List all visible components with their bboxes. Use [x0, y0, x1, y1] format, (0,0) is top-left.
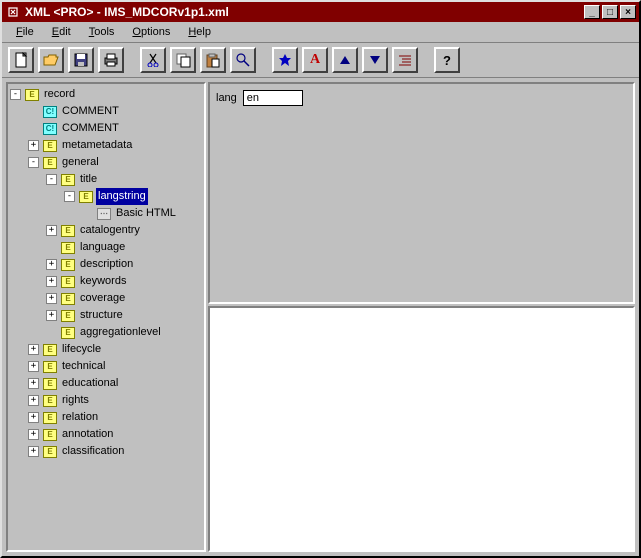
open-button[interactable]: [38, 47, 64, 73]
tree-node-rights[interactable]: rights: [60, 392, 91, 409]
element-icon: E: [61, 225, 75, 237]
main-window: XML <PRO> - IMS_MDCORv1p1.xml _ □ × File…: [0, 0, 641, 558]
element-icon: E: [43, 140, 57, 152]
tree-node-aggregationlevel[interactable]: aggregationlevel: [78, 324, 163, 341]
window-title: XML <PRO> - IMS_MDCORv1p1.xml: [25, 5, 582, 19]
close-button[interactable]: ×: [620, 5, 636, 19]
attr-label-lang: lang: [216, 92, 237, 104]
help-button[interactable]: ?: [434, 47, 460, 73]
comment-icon: C!: [43, 106, 57, 118]
toggle-icon[interactable]: +: [28, 395, 39, 406]
tree-node-technical[interactable]: technical: [60, 358, 107, 375]
menubar: File Edit Tools Options Help: [2, 22, 639, 43]
menu-file[interactable]: File: [8, 24, 42, 40]
attribute-pane: lang: [208, 82, 635, 304]
value-pane[interactable]: [208, 306, 635, 552]
element-icon: E: [61, 242, 75, 254]
toggle-icon[interactable]: +: [46, 293, 57, 304]
element-icon: E: [43, 412, 57, 424]
toggle-icon[interactable]: +: [28, 446, 39, 457]
toolbar: A ?: [2, 43, 639, 78]
element-icon: E: [61, 293, 75, 305]
tree-node-keywords[interactable]: keywords: [78, 273, 128, 290]
toggle-icon[interactable]: +: [46, 310, 57, 321]
element-icon: E: [43, 395, 57, 407]
validate-button[interactable]: [272, 47, 298, 73]
element-icon: E: [25, 89, 39, 101]
tree-node-langstring[interactable]: langstring: [96, 188, 148, 205]
toggle-icon[interactable]: +: [28, 378, 39, 389]
tree-node-language[interactable]: language: [78, 239, 127, 256]
toggle-icon[interactable]: +: [46, 276, 57, 287]
element-icon: E: [43, 344, 57, 356]
cut-button[interactable]: [140, 47, 166, 73]
attr-input-lang[interactable]: [243, 90, 303, 106]
tree-node-record[interactable]: record: [42, 86, 77, 103]
element-icon: E: [61, 174, 75, 186]
element-icon: E: [61, 259, 75, 271]
tree-node-catalogentry[interactable]: catalogentry: [78, 222, 142, 239]
minimize-button[interactable]: _: [584, 5, 600, 19]
up-button[interactable]: [332, 47, 358, 73]
tree-node-coverage[interactable]: coverage: [78, 290, 127, 307]
paste-button[interactable]: [200, 47, 226, 73]
tree-node-general[interactable]: general: [60, 154, 101, 171]
element-icon: E: [43, 378, 57, 390]
save-button[interactable]: [68, 47, 94, 73]
tree-node-structure[interactable]: structure: [78, 307, 125, 324]
app-icon: [5, 4, 21, 20]
toggle-icon[interactable]: -: [46, 174, 57, 185]
tree-node-annotation[interactable]: annotation: [60, 426, 115, 443]
element-icon: E: [79, 191, 93, 203]
tree-node-metametadata[interactable]: metametadata: [60, 137, 134, 154]
maximize-button[interactable]: □: [602, 5, 618, 19]
element-icon: E: [43, 361, 57, 373]
toggle-icon[interactable]: +: [28, 429, 39, 440]
menu-edit[interactable]: Edit: [44, 24, 79, 40]
new-button[interactable]: [8, 47, 34, 73]
toggle-icon[interactable]: +: [28, 361, 39, 372]
toggle-icon[interactable]: +: [28, 140, 39, 151]
right-column: lang: [208, 82, 635, 552]
down-button[interactable]: [362, 47, 388, 73]
print-button[interactable]: [98, 47, 124, 73]
toggle-icon[interactable]: -: [28, 157, 39, 168]
toggle-icon[interactable]: -: [64, 191, 75, 202]
toggle-icon[interactable]: +: [46, 225, 57, 236]
tree-node-lifecycle[interactable]: lifecycle: [60, 341, 103, 358]
tree-node-title[interactable]: title: [78, 171, 99, 188]
toggle-icon[interactable]: +: [28, 412, 39, 423]
find-button[interactable]: [230, 47, 256, 73]
tree-node-comment[interactable]: COMMENT: [60, 103, 121, 120]
wellformed-button[interactable]: A: [302, 47, 328, 73]
comment-icon: C!: [43, 123, 57, 135]
tree-pane[interactable]: -Erecord C!COMMENT C!COMMENT +Emetametad…: [6, 82, 206, 552]
element-icon: E: [43, 429, 57, 441]
tree-node-educational[interactable]: educational: [60, 375, 120, 392]
element-icon: E: [61, 310, 75, 322]
content-area: -Erecord C!COMMENT C!COMMENT +Emetametad…: [2, 78, 639, 556]
toggle-icon[interactable]: +: [28, 344, 39, 355]
indent-button[interactable]: [392, 47, 418, 73]
titlebar: XML <PRO> - IMS_MDCORv1p1.xml _ □ ×: [2, 2, 639, 22]
toggle-icon[interactable]: -: [10, 89, 21, 100]
element-icon: E: [61, 327, 75, 339]
element-icon: E: [61, 276, 75, 288]
copy-button[interactable]: [170, 47, 196, 73]
tree-node-relation[interactable]: relation: [60, 409, 100, 426]
menu-options[interactable]: Options: [124, 24, 178, 40]
tree-node-description[interactable]: description: [78, 256, 135, 273]
text-icon: ⋯: [97, 208, 111, 220]
tree-node-basichtml[interactable]: Basic HTML: [114, 205, 178, 222]
toggle-icon[interactable]: +: [46, 259, 57, 270]
tree-node-comment[interactable]: COMMENT: [60, 120, 121, 137]
menu-tools[interactable]: Tools: [81, 24, 123, 40]
element-icon: E: [43, 157, 57, 169]
element-icon: E: [43, 446, 57, 458]
menu-help[interactable]: Help: [180, 24, 219, 40]
tree-node-classification[interactable]: classification: [60, 443, 126, 460]
